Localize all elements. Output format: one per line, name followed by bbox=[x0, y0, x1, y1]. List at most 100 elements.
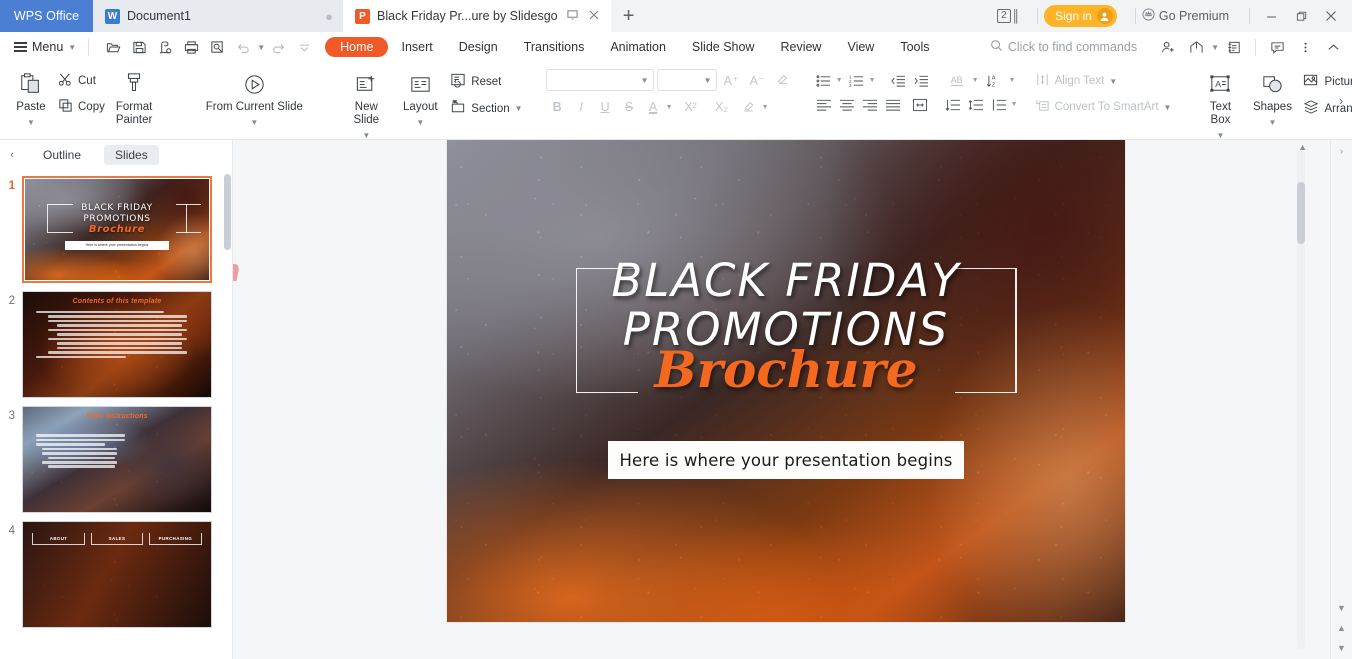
section-dropdown-icon[interactable]: ▼ bbox=[515, 104, 523, 113]
paste-dropdown-icon[interactable]: ▼ bbox=[27, 116, 35, 129]
smartart-dropdown-icon[interactable]: ▼ bbox=[1164, 103, 1172, 112]
highlight-dropdown-icon[interactable]: ▼ bbox=[762, 104, 771, 111]
comment-icon[interactable] bbox=[1264, 35, 1290, 59]
section-button[interactable]: Section ▼ bbox=[445, 97, 527, 120]
expand-right-panel-icon[interactable]: › bbox=[1340, 146, 1343, 156]
justify-button[interactable] bbox=[882, 94, 904, 115]
window-count-indicator[interactable]: 2 ║ bbox=[997, 9, 1020, 23]
bullets-dropdown-icon[interactable]: ▼ bbox=[836, 77, 845, 84]
align-left-button[interactable] bbox=[813, 94, 835, 115]
from-current-slide-dropdown-icon[interactable]: ▼ bbox=[250, 116, 258, 129]
numbering-button[interactable]: 123 bbox=[846, 70, 868, 91]
text-direction-dropdown-icon[interactable]: ▼ bbox=[972, 77, 981, 84]
sign-in-button[interactable]: Sign in bbox=[1044, 5, 1117, 27]
document-tab-presentation[interactable]: P Black Friday Pr...ure by Slidesgo bbox=[343, 0, 611, 32]
more-options-icon[interactable] bbox=[1292, 35, 1318, 59]
shrink-font-button[interactable]: A⁻ bbox=[746, 69, 769, 91]
close-window-button[interactable] bbox=[1316, 0, 1346, 32]
tab-view[interactable]: View bbox=[834, 37, 887, 57]
undo-dropdown-icon[interactable]: ▼ bbox=[257, 43, 265, 52]
slide-title-text[interactable]: BLACK FRIDAY PROMOTIONS Brochure bbox=[508, 256, 1064, 395]
panel-icon-1[interactable]: ▼ bbox=[1337, 603, 1346, 613]
shapes-dropdown-icon[interactable]: ▼ bbox=[1269, 116, 1277, 129]
format-painter-button[interactable]: Format Painter bbox=[110, 65, 158, 127]
slide-thumbnail-list[interactable]: 1 BLACK FRIDAY PROMOTIONS Brochure Here bbox=[0, 170, 232, 659]
tab-transitions[interactable]: Transitions bbox=[511, 37, 598, 57]
decrease-indent-button[interactable] bbox=[887, 70, 909, 91]
distribute-button[interactable] bbox=[909, 94, 931, 115]
go-premium-button[interactable]: Go Premium bbox=[1142, 8, 1229, 24]
wps-office-logo[interactable]: WPS Office bbox=[0, 0, 93, 32]
layout-dropdown-icon[interactable]: ▼ bbox=[416, 116, 424, 129]
slide-subtitle-box[interactable]: Here is where your presentation begins bbox=[607, 441, 965, 480]
layout-button[interactable]: Layout ▼ bbox=[395, 65, 445, 129]
list-item[interactable]: 4 ABOUT SALES PURCHASING bbox=[0, 517, 232, 632]
menu-button[interactable]: Menu ▼ bbox=[8, 40, 82, 54]
open-folder-icon[interactable] bbox=[101, 35, 126, 59]
minimize-button[interactable] bbox=[1256, 0, 1286, 32]
italic-button[interactable]: I bbox=[570, 96, 593, 118]
maximize-restore-button[interactable] bbox=[1286, 0, 1316, 32]
underline-button[interactable]: U bbox=[594, 96, 617, 118]
tab-slide-show[interactable]: Slide Show bbox=[679, 37, 768, 57]
panel-icon-3[interactable]: ▼ bbox=[1337, 643, 1346, 653]
grow-font-button[interactable]: A⁺ bbox=[720, 69, 743, 91]
font-color-button[interactable]: A bbox=[642, 96, 665, 118]
tab-design[interactable]: Design bbox=[446, 37, 511, 57]
list-item[interactable]: 3 Print instructions bbox=[0, 402, 232, 517]
share-icon[interactable] bbox=[1183, 35, 1209, 59]
superscript-button[interactable]: X² bbox=[676, 96, 706, 118]
from-current-slide-button[interactable]: From Current Slide ▼ bbox=[189, 65, 319, 129]
font-color-dropdown-icon[interactable]: ▼ bbox=[666, 104, 675, 111]
new-tab-button[interactable]: + bbox=[611, 0, 647, 32]
tab-review[interactable]: Review bbox=[767, 37, 834, 57]
font-size-dropdown-icon[interactable]: ▼ bbox=[704, 76, 712, 85]
slides-panel-scrollbar[interactable] bbox=[224, 174, 231, 250]
paste-button[interactable]: Paste ▼ bbox=[9, 65, 53, 129]
collapse-ribbon-icon[interactable] bbox=[1320, 35, 1346, 59]
increase-indent-button[interactable] bbox=[910, 70, 932, 91]
font-name-input[interactable]: ▼ bbox=[545, 69, 654, 91]
slide-thumbnail-2[interactable]: Contents of this template bbox=[22, 291, 212, 398]
list-item[interactable]: 1 BLACK FRIDAY PROMOTIONS Brochure Here bbox=[0, 172, 232, 287]
font-name-dropdown-icon[interactable]: ▼ bbox=[641, 76, 649, 85]
line-spacing-increase-button[interactable] bbox=[942, 94, 964, 115]
slide-editing-canvas[interactable]: Download.vn BLACK FRIDAY PROMOTIONS Broc… bbox=[233, 140, 1330, 659]
numbering-dropdown-icon[interactable]: ▼ bbox=[869, 77, 878, 84]
undo-icon[interactable] bbox=[231, 35, 256, 59]
tab-slides[interactable]: Slides bbox=[104, 145, 159, 165]
convert-to-smartart-button[interactable]: Convert To SmartArt ▼ bbox=[1030, 96, 1177, 118]
ribbon-expand-button[interactable]: › bbox=[1332, 88, 1350, 112]
list-item[interactable]: 2 Contents of this template bbox=[0, 287, 232, 402]
document-tab-document1[interactable]: W Document1 ● bbox=[93, 0, 343, 32]
slide-thumbnail-1[interactable]: BLACK FRIDAY PROMOTIONS Brochure Here is… bbox=[22, 176, 212, 283]
share-dropdown-icon[interactable]: ▼ bbox=[1211, 43, 1219, 52]
strikethrough-button[interactable]: S bbox=[618, 96, 641, 118]
text-direction-button[interactable]: AB bbox=[943, 70, 971, 91]
print-icon[interactable] bbox=[179, 35, 204, 59]
copy-button[interactable]: Copy bbox=[53, 96, 110, 118]
redo-icon[interactable] bbox=[266, 35, 291, 59]
tab-tools[interactable]: Tools bbox=[887, 37, 942, 57]
tab-outline[interactable]: Outline bbox=[32, 145, 92, 165]
tab-insert[interactable]: Insert bbox=[388, 37, 445, 57]
tab-home[interactable]: Home bbox=[325, 37, 389, 57]
reset-button[interactable]: Reset bbox=[445, 70, 527, 93]
collapse-panel-button[interactable]: ‹ bbox=[4, 149, 20, 161]
align-text-dropdown-icon[interactable]: ▼ bbox=[1109, 77, 1117, 86]
sort-button[interactable]: AZ bbox=[982, 70, 1008, 91]
find-commands-search[interactable]: Click to find commands bbox=[990, 39, 1137, 55]
text-box-button[interactable]: A Text Box ▼ bbox=[1194, 65, 1246, 142]
line-spacing-dropdown-icon[interactable]: ▼ bbox=[1011, 101, 1020, 108]
tab-animation[interactable]: Animation bbox=[597, 37, 679, 57]
current-slide[interactable]: BLACK FRIDAY PROMOTIONS Brochure Here is… bbox=[447, 140, 1125, 622]
align-center-button[interactable] bbox=[836, 94, 858, 115]
cut-button[interactable]: Cut bbox=[53, 70, 110, 92]
line-spacing-button[interactable] bbox=[988, 94, 1010, 115]
font-size-input[interactable]: ▼ bbox=[656, 69, 717, 91]
print-preview-icon[interactable] bbox=[205, 35, 230, 59]
scroll-up-arrow-icon[interactable]: ▲ bbox=[1298, 142, 1307, 152]
align-right-button[interactable] bbox=[859, 94, 881, 115]
slide-thumbnail-4[interactable]: ABOUT SALES PURCHASING bbox=[22, 521, 212, 628]
share-user-icon[interactable] bbox=[1155, 35, 1181, 59]
